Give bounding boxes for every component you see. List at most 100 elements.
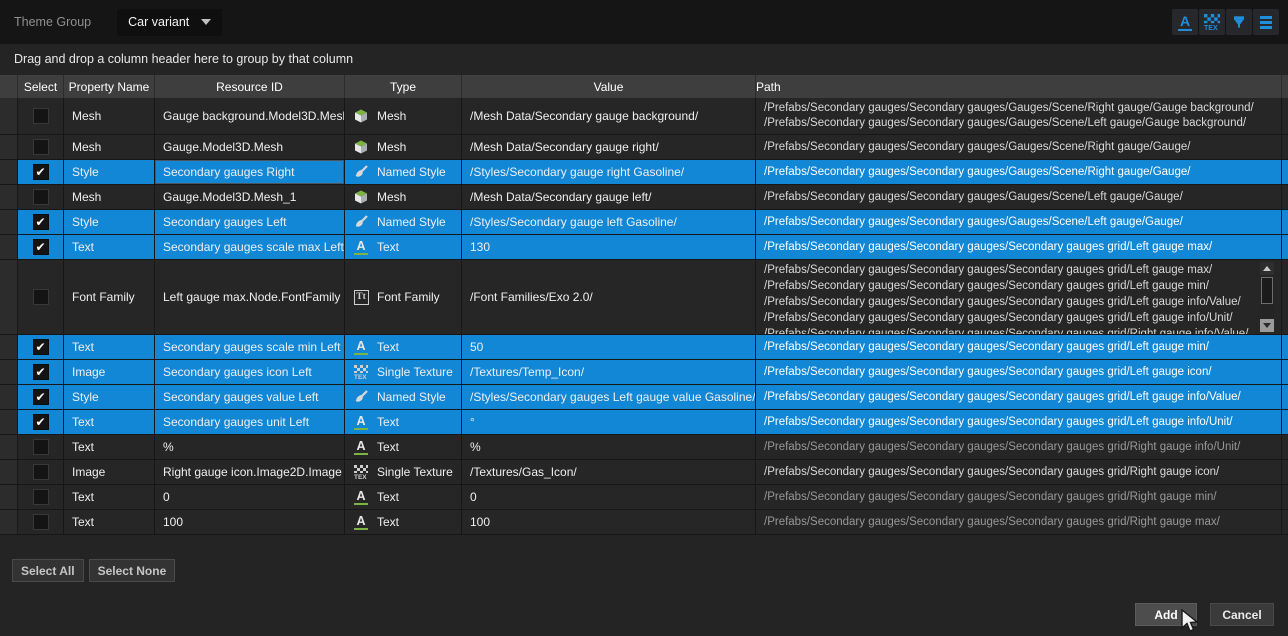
table-row[interactable]: Text100AText100/Prefabs/Secondary gauges… [0,510,1288,535]
path-line: /Prefabs/Secondary gauges/Secondary gaug… [764,465,1219,480]
column-header-resource-id[interactable]: Resource ID [155,75,345,98]
select-none-button[interactable]: Select None [89,559,176,582]
row-checkbox-unchecked[interactable] [33,514,49,530]
table-row[interactable]: MeshGauge background.Model3D.MeshMesh/Me… [0,98,1288,135]
row-checkbox-unchecked[interactable] [33,289,49,305]
column-header-type[interactable]: Type [345,75,462,98]
path-scrollbar[interactable] [1260,262,1274,332]
row-indicator[interactable] [0,210,18,234]
column-header-path[interactable]: Path [756,75,1282,98]
table-row[interactable]: MeshGauge.Model3D.Mesh_1Mesh/Mesh Data/S… [0,185,1288,210]
font-filter-button[interactable]: A [1172,9,1198,35]
table-row[interactable]: Text0AText0/Prefabs/Secondary gauges/Sec… [0,485,1288,510]
row-checkbox-checked[interactable]: ✔ [33,214,49,230]
select-all-button[interactable]: Select All [12,559,84,582]
row-checkbox-unchecked[interactable] [33,439,49,455]
value-cell: /Styles/Secondary gauges Left gauge valu… [462,385,756,409]
text-icon: A [354,415,367,430]
value-cell: /Font Families/Exo 2.0/ [462,260,756,334]
style-filter-button[interactable] [1226,9,1252,35]
path-cell: /Prefabs/Secondary gauges/Secondary gaug… [756,135,1282,159]
row-checkbox-checked[interactable]: ✔ [33,389,49,405]
table-row[interactable]: Font FamilyLeft gauge max.Node.FontFamil… [0,260,1288,335]
table-row[interactable]: ImageRight gauge icon.Image2D.ImageTEXSi… [0,460,1288,485]
row-indicator[interactable] [0,335,18,359]
path-line: /Prefabs/Secondary gauges/Secondary gaug… [764,190,1183,205]
table-row[interactable]: ✔TextSecondary gauges unit LeftAText°/Pr… [0,410,1288,435]
svg-text:TEX: TEX [1204,25,1218,31]
value-cell: % [462,435,756,459]
select-cell [18,435,64,459]
property-name-cell: Text [64,410,155,434]
property-name-cell: Style [64,385,155,409]
row-indicator[interactable] [0,135,18,159]
path-cell: /Prefabs/Secondary gauges/Secondary gaug… [756,260,1282,334]
type-label: Text [377,340,399,354]
row-checkbox-unchecked[interactable] [33,139,49,155]
row-checkbox-unchecked[interactable] [33,108,49,124]
table-row[interactable]: ✔TextSecondary gauges scale min LeftATex… [0,335,1288,360]
row-indicator[interactable] [0,98,18,134]
type-label: Text [377,490,399,504]
text-icon: A [354,440,367,455]
type-cell: AText [345,510,462,534]
row-checkbox-checked[interactable]: ✔ [33,339,49,355]
type-icon-wrap [353,164,369,180]
row-indicator[interactable] [0,410,18,434]
scrollbar-thumb[interactable] [1261,277,1273,304]
table-row[interactable]: ✔TextSecondary gauges scale max LeftATex… [0,235,1288,260]
select-cell: ✔ [18,235,64,259]
row-indicator[interactable] [0,260,18,334]
theme-group-dropdown-value: Car variant [128,15,189,29]
named-style-icon [353,389,369,405]
table-row[interactable]: ✔StyleSecondary gauges value LeftNamed S… [0,385,1288,410]
table-row[interactable]: ✔StyleSecondary gauges LeftNamed Style/S… [0,210,1288,235]
filler-cell [1282,160,1288,184]
row-checkbox-checked[interactable]: ✔ [33,414,49,430]
group-by-drop-zone[interactable]: Drag and drop a column header here to gr… [0,44,1288,74]
row-indicator[interactable] [0,510,18,534]
filler-cell [1282,98,1288,134]
property-name-cell: Mesh [64,98,155,134]
column-header-property-name[interactable]: Property Name [64,75,155,98]
row-indicator[interactable] [0,160,18,184]
table-row[interactable]: MeshGauge.Model3D.MeshMesh/Mesh Data/Sec… [0,135,1288,160]
texture-filter-button[interactable]: TEX [1199,9,1225,35]
scroll-down-button[interactable] [1260,319,1274,332]
row-indicator[interactable] [0,235,18,259]
type-cell: AText [345,235,462,259]
path-line: /Prefabs/Secondary gauges/Secondary gaug… [764,515,1220,530]
table-row[interactable]: ✔ImageSecondary gauges icon LeftTEXSingl… [0,360,1288,385]
row-indicator[interactable] [0,485,18,509]
row-indicator[interactable] [0,385,18,409]
type-icon-wrap: A [353,440,369,455]
resource-id-cell: Secondary gauges scale min Left [155,335,345,359]
property-name-cell: Style [64,160,155,184]
filler-cell [1282,335,1288,359]
column-header-value[interactable]: Value [462,75,756,98]
column-header-select[interactable]: Select [18,75,64,98]
row-indicator[interactable] [0,435,18,459]
row-indicator[interactable] [0,185,18,209]
table-row[interactable]: Text%AText%/Prefabs/Secondary gauges/Sec… [0,435,1288,460]
add-button[interactable]: Add [1135,603,1197,626]
row-checkbox-unchecked[interactable] [33,189,49,205]
row-checkbox-unchecked[interactable] [33,489,49,505]
type-label: Text [377,240,399,254]
theme-group-dropdown[interactable]: Car variant [117,9,222,36]
row-checkbox-checked[interactable]: ✔ [33,364,49,380]
property-name-cell: Text [64,235,155,259]
cancel-button[interactable]: Cancel [1210,603,1274,626]
row-checkbox-unchecked[interactable] [33,464,49,480]
list-filter-button[interactable] [1253,9,1279,35]
row-indicator[interactable] [0,460,18,484]
row-checkbox-checked[interactable]: ✔ [33,239,49,255]
row-checkbox-checked[interactable]: ✔ [33,164,49,180]
row-indicator[interactable] [0,360,18,384]
path-line: /Prefabs/Secondary gauges/Secondary gaug… [764,116,1246,131]
scroll-up-button[interactable] [1260,262,1274,275]
filler-header [1282,75,1288,98]
path-cell: /Prefabs/Secondary gauges/Secondary gaug… [756,98,1282,134]
table-row[interactable]: ✔StyleSecondary gauges RightNamed Style/… [0,160,1288,185]
path-cell: /Prefabs/Secondary gauges/Secondary gaug… [756,410,1282,434]
